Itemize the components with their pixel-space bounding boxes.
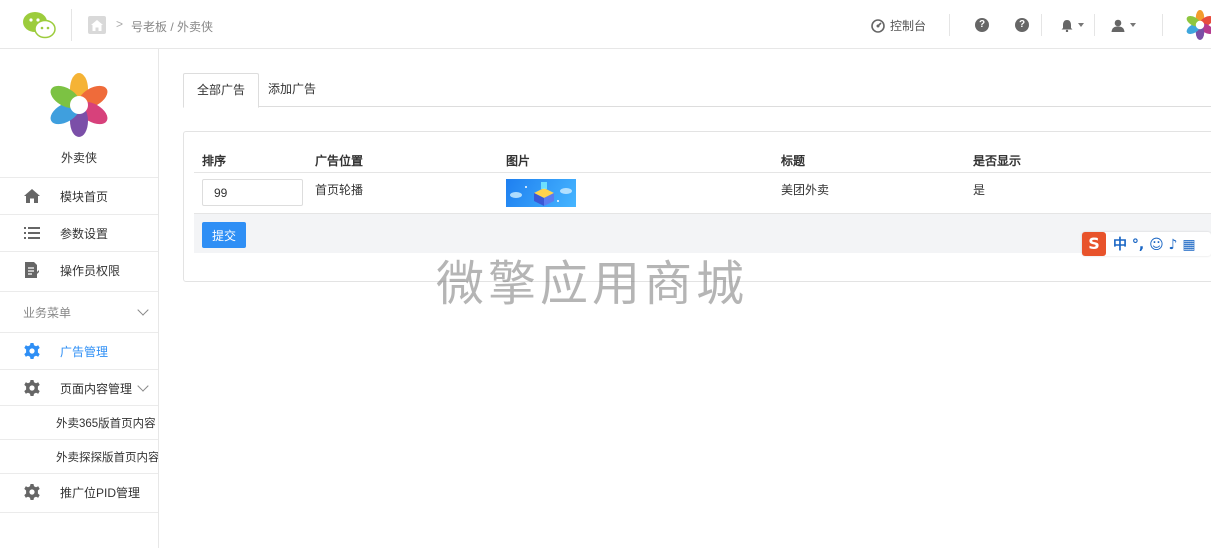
- sidebar-item-permissions[interactable]: 操作员权限: [0, 251, 158, 288]
- breadcrumb[interactable]: 号老板 / 外卖侠: [131, 18, 213, 35]
- sidebar-item-label: 页面内容管理: [60, 381, 133, 396]
- brand-logo-icon[interactable]: [1185, 10, 1211, 40]
- sidebar-divider: [0, 512, 158, 513]
- sort-order-input[interactable]: [202, 179, 303, 206]
- chevron-down-icon: [137, 380, 149, 392]
- sidebar-item-pid-management[interactable]: 推广位PID管理: [0, 473, 158, 510]
- brand-name: 外卖侠: [60, 151, 97, 165]
- business-menu-section[interactable]: 业务菜单: [0, 291, 158, 332]
- sidebar-subitem-tantan-home[interactable]: 外卖探探版首页内容: [0, 439, 158, 473]
- tab-bar: 全部广告 添加广告: [183, 73, 1211, 108]
- sidebar-item-label: 模块首页: [60, 189, 109, 204]
- sidebar-subitem-label: 外卖365版首页内容: [56, 417, 156, 430]
- column-header-image: 图片: [506, 154, 531, 168]
- sidebar-item-ad-management[interactable]: 广告管理: [0, 332, 158, 369]
- topbar-divider: [949, 14, 950, 36]
- column-header-title: 标题: [781, 154, 806, 168]
- list-icon: [24, 225, 40, 241]
- ad-visible-cell: 是: [973, 183, 986, 197]
- gear-icon: [24, 380, 40, 396]
- control-panel-link[interactable]: 控制台: [871, 17, 926, 34]
- ad-position-cell: 首页轮播: [315, 183, 364, 197]
- sidebar-subitem-label: 外卖探探版首页内容: [56, 451, 158, 464]
- topbar-divider: [1162, 14, 1163, 36]
- brand-logo-icon: [50, 73, 108, 137]
- control-panel-label: 控制台: [890, 19, 927, 33]
- sidebar-item-label: 操作员权限: [60, 263, 121, 278]
- sidebar-item-module-home[interactable]: 模块首页: [0, 177, 158, 214]
- topbar-divider: [1094, 14, 1095, 36]
- top-navbar: > 号老板 / 外卖侠 控制台 ? ?: [0, 0, 1211, 49]
- ad-title-cell: 美团外卖: [781, 183, 830, 197]
- topbar-divider: [1041, 14, 1042, 36]
- topbar-divider: [71, 9, 72, 41]
- sidebar-subitem-365-home[interactable]: 外卖365版首页内容: [0, 405, 158, 439]
- breadcrumb-separator: >: [116, 17, 124, 31]
- column-header-sort: 排序: [202, 154, 227, 168]
- header-divider: [194, 172, 1211, 173]
- column-header-position: 广告位置: [315, 154, 364, 168]
- sidebar-item-settings[interactable]: 参数设置: [0, 214, 158, 251]
- sidebar-item-label: 参数设置: [60, 226, 109, 241]
- sidebar: 外卖侠 模块首页 参数设置 操作员权限 业务菜单 广告管理 页面内容管理 外卖3…: [0, 49, 159, 548]
- home-icon[interactable]: [88, 16, 106, 34]
- notification-bell-icon[interactable]: [1061, 17, 1084, 33]
- submit-button[interactable]: 提交: [202, 222, 246, 248]
- gear-icon: [24, 484, 40, 500]
- ime-toolbar[interactable]: S 中 °, ☺ ♪ ▦: [1082, 232, 1211, 256]
- sidebar-item-page-content[interactable]: 页面内容管理: [0, 369, 158, 406]
- sidebar-item-label: 推广位PID管理: [60, 485, 141, 500]
- tab-all-ads[interactable]: 全部广告: [183, 73, 260, 108]
- gear-icon: [24, 343, 40, 359]
- dashboard-icon: [871, 18, 885, 33]
- help-icon[interactable]: ?: [975, 18, 989, 32]
- ad-image-thumbnail[interactable]: [506, 179, 576, 207]
- watermark-text: 微擎应用商城: [436, 256, 749, 312]
- sogou-ime-icon[interactable]: S: [1082, 232, 1106, 256]
- edit-document-icon: [24, 262, 40, 278]
- chevron-down-icon: [137, 304, 149, 316]
- tab-add-ad[interactable]: 添加广告: [255, 73, 329, 107]
- help-icon[interactable]: ?: [1015, 18, 1029, 32]
- home-icon: [24, 188, 40, 204]
- wechat-logo-icon[interactable]: [22, 11, 56, 39]
- ime-status[interactable]: 中 °, ☺ ♪ ▦: [1113, 234, 1196, 254]
- user-account-icon[interactable]: [1111, 17, 1136, 33]
- section-label: 业务菜单: [23, 305, 72, 320]
- sidebar-item-label: 广告管理: [60, 344, 109, 359]
- column-header-visible: 是否显示: [973, 154, 1022, 168]
